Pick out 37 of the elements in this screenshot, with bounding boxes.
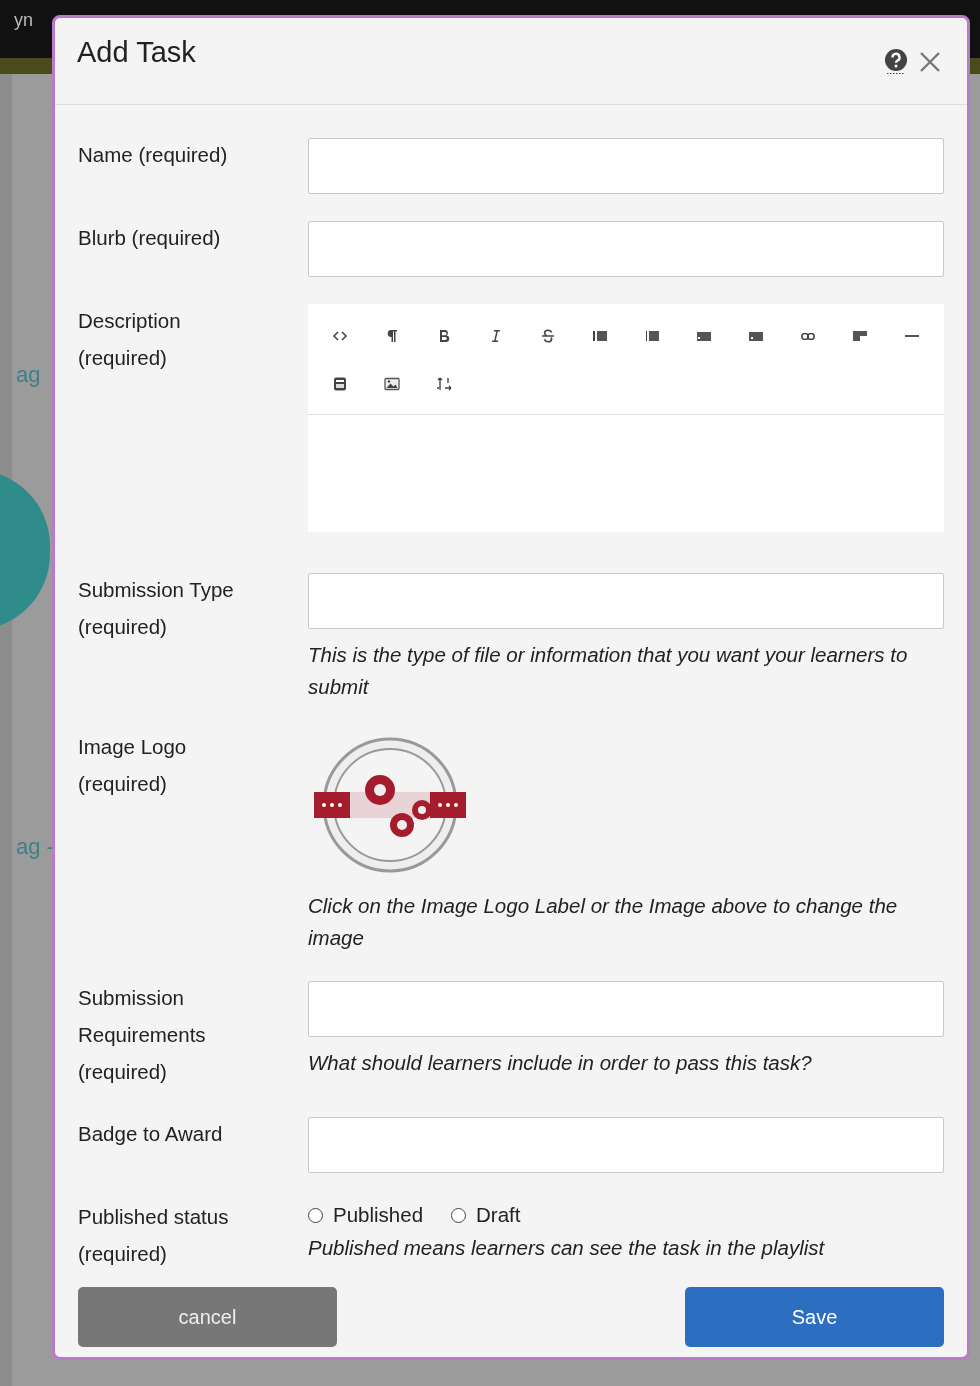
text-field[interactable] [308, 221, 944, 277]
radio-option[interactable]: Draft [451, 1203, 521, 1227]
help-text: Published means learners can see the task in the playlist [308, 1235, 826, 1261]
save-button[interactable]: Save [685, 1287, 944, 1347]
help-text: What should learners include in order to pass this task? [308, 1050, 813, 1076]
field-label: Submission Requirements (required) [78, 985, 207, 1085]
field-label: Published status (required) [78, 1204, 230, 1267]
header-text: yn [14, 9, 33, 32]
resize-icon [436, 376, 452, 392]
indent-icon [748, 331, 764, 341]
help-icon[interactable] [883, 48, 909, 74]
field-label: Name (required) [78, 142, 229, 168]
table-icon [332, 376, 348, 392]
field-label: Image Logo (required) [78, 734, 188, 797]
field-label: Submission Type (required) [78, 577, 235, 640]
dialog-title: Add Task [77, 35, 197, 69]
list-icon [644, 331, 660, 341]
strikethrough-icon [540, 328, 556, 344]
align-icon [852, 331, 868, 341]
outdent-icon [696, 331, 712, 341]
help-text: This is the type of file or information that you want your learners to submit [308, 642, 909, 700]
horizontal-rule-icon [904, 334, 920, 338]
text-field[interactable] [308, 573, 944, 629]
radio-button[interactable] [451, 1207, 467, 1223]
field-label: Description (required) [78, 308, 182, 371]
text-field[interactable] [308, 1117, 944, 1173]
text-field[interactable] [308, 981, 944, 1037]
cancel-button[interactable]: cancel [78, 1287, 337, 1347]
link-icon [800, 332, 816, 340]
radio-button[interactable] [308, 1207, 323, 1223]
field-label: Blurb (required) [78, 225, 222, 251]
field-label: Badge to Award [78, 1121, 224, 1147]
help-text: Click on the Image Logo Label or the Image above to change the image [308, 893, 899, 951]
list-icon [592, 331, 608, 341]
image-icon [384, 376, 400, 392]
radio-option[interactable]: Published [308, 1203, 424, 1227]
text-field[interactable] [308, 138, 944, 194]
